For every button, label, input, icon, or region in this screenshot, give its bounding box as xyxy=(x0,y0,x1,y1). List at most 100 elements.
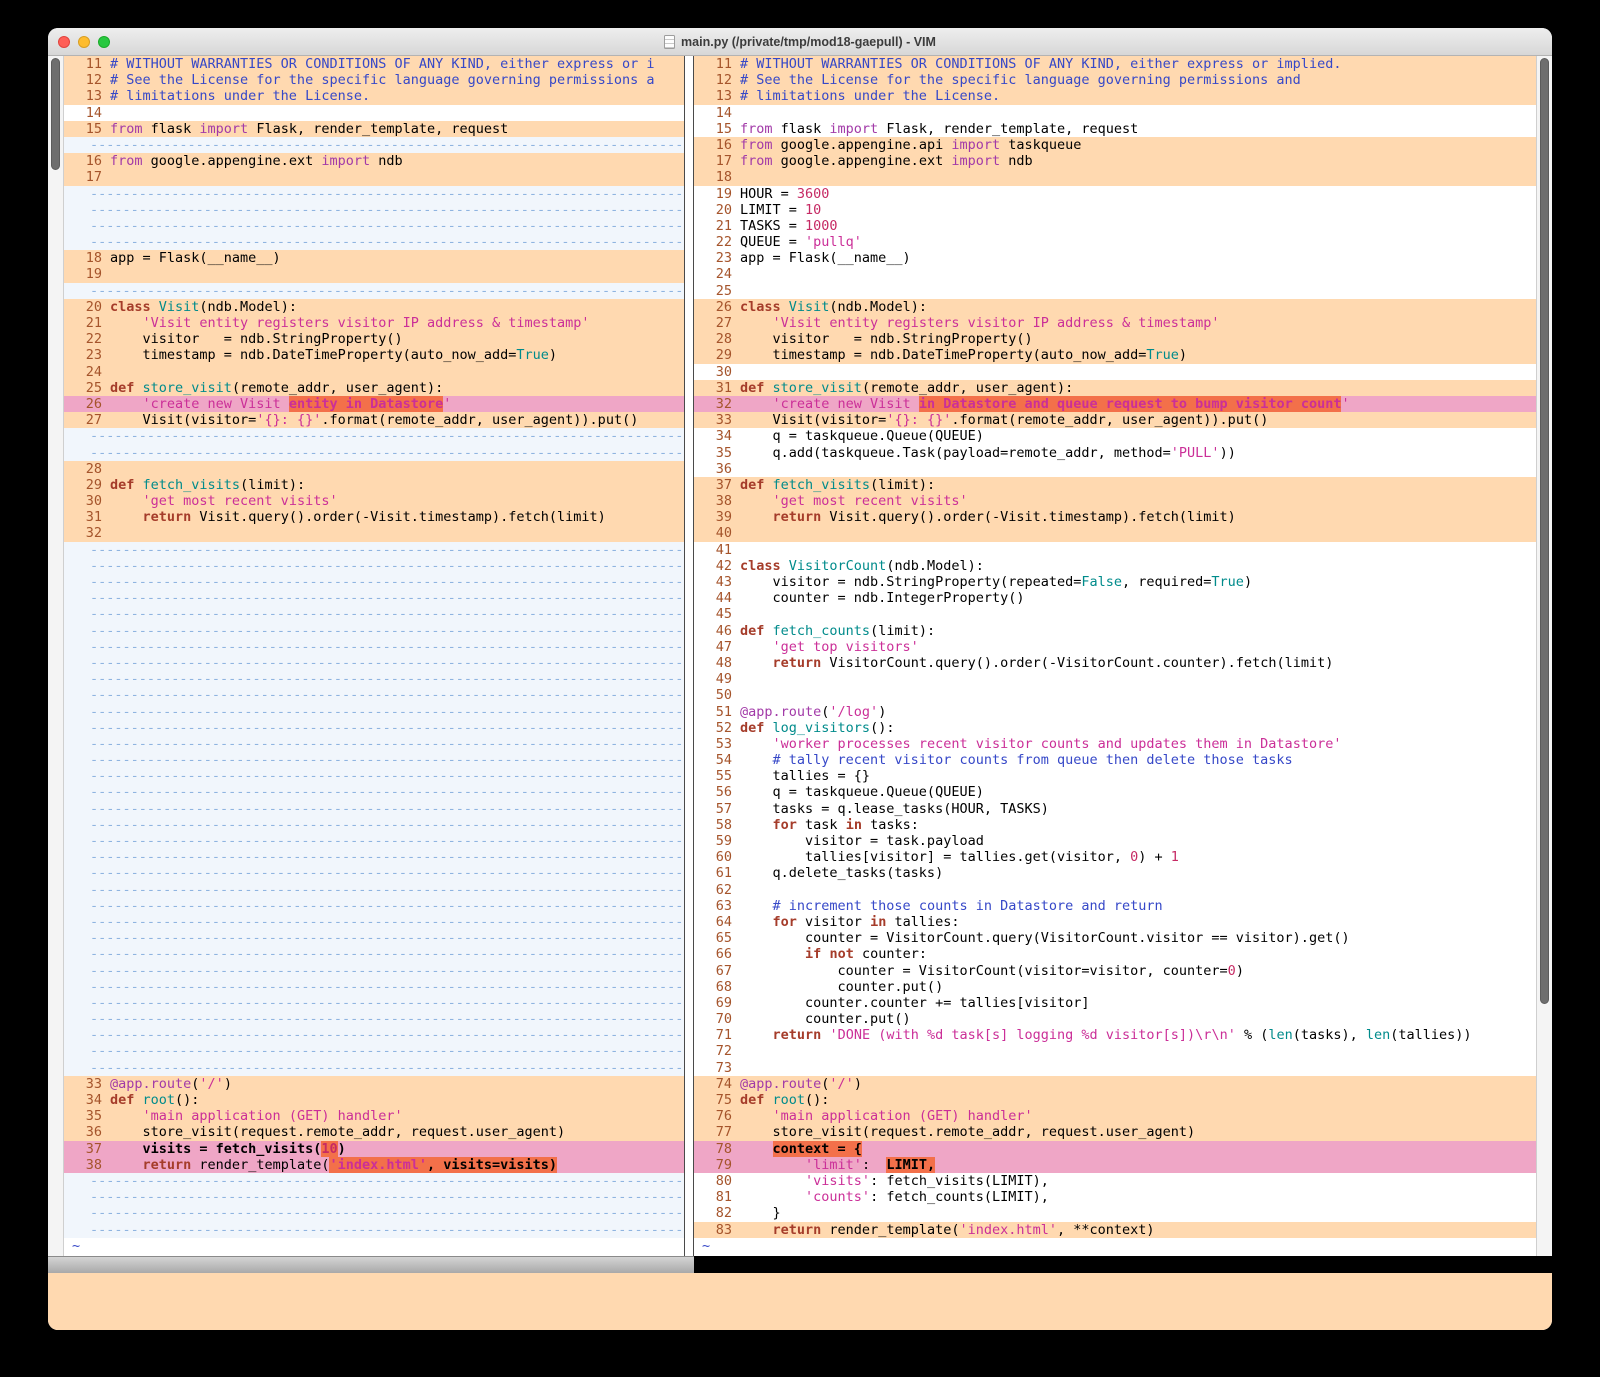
code-line: 18app = Flask(__name__) xyxy=(64,250,684,266)
filler-dashes: ----------------------------------------… xyxy=(90,590,684,606)
code-token: ndb xyxy=(1000,153,1033,169)
tilde-marker: ~ xyxy=(702,1238,710,1254)
code-line: 16from google.appengine.ext import ndb xyxy=(64,153,684,169)
code-token: render_template( xyxy=(821,1222,959,1238)
line-number: 31 xyxy=(72,509,102,525)
code-token: visitor xyxy=(797,914,870,930)
code-token: , required= xyxy=(1122,574,1211,590)
code-line: 62 xyxy=(694,882,1536,898)
code-token: (ndb.Model): xyxy=(886,558,984,574)
code-token: True xyxy=(516,347,549,363)
line-number: 20 xyxy=(72,299,102,315)
code-token: 'counts' xyxy=(805,1189,870,1205)
line-number: 21 xyxy=(702,218,732,234)
title-bar[interactable]: main.py (/private/tmp/mod18-gaepull) - V… xyxy=(48,28,1552,56)
code-token: def xyxy=(110,1092,134,1108)
filler-dashes: ----------------------------------------… xyxy=(90,1027,684,1043)
code-line: 68 counter.put() xyxy=(694,979,1536,995)
line-number: 29 xyxy=(72,477,102,493)
code-line: 28 visitor = ndb.StringProperty() xyxy=(694,331,1536,347)
filler-dashes: ----------------------------------------… xyxy=(90,542,684,558)
code-token: 'index.html' xyxy=(959,1222,1057,1238)
code-token xyxy=(740,639,773,655)
code-token: 'visits' xyxy=(805,1173,870,1189)
code-line: 32 xyxy=(64,525,684,541)
code-line: 48 return VisitorCount.query().order(-Vi… xyxy=(694,655,1536,671)
code-token: class xyxy=(110,299,151,315)
command-line[interactable] xyxy=(48,1273,1552,1330)
code-line: 30 'get most recent visits' xyxy=(64,493,684,509)
filler-dashes: ----------------------------------------… xyxy=(90,930,684,946)
code-token: return xyxy=(143,1157,192,1173)
code-line: 37 visits = fetch_visits(10) xyxy=(64,1141,684,1157)
nontext-tilde-line: ~ xyxy=(694,1238,1536,1254)
code-line: 18 xyxy=(694,169,1536,185)
code-line: 74@app.route('/') xyxy=(694,1076,1536,1092)
code-line: 54 # tally recent visitor counts from qu… xyxy=(694,752,1536,768)
statusline-left: mod1-flask/main.py [+] xyxy=(48,1256,694,1273)
code-token xyxy=(740,1173,805,1189)
line-number: 14 xyxy=(72,105,102,121)
filler-dashes: ----------------------------------------… xyxy=(90,1222,684,1238)
line-number: 42 xyxy=(702,558,732,574)
code-line: 32 'create new Visit in Datastore and qu… xyxy=(694,396,1536,412)
line-number: 23 xyxy=(702,250,732,266)
code-line: 21TASKS = 1000 xyxy=(694,218,1536,234)
code-line: 15from flask import Flask, render_templa… xyxy=(694,121,1536,137)
code-token: '/log' xyxy=(829,704,878,720)
line-number: 25 xyxy=(72,380,102,396)
left-scrollbar-thumb[interactable] xyxy=(51,58,60,170)
line-number: 32 xyxy=(702,396,732,412)
line-number: 43 xyxy=(702,574,732,590)
code-token: # limitations under the License. xyxy=(740,88,1000,104)
code-token: task xyxy=(797,817,846,833)
line-number: 82 xyxy=(702,1205,732,1221)
line-number: 40 xyxy=(702,525,732,541)
right-scrollbar-thumb[interactable] xyxy=(1540,58,1549,1004)
split-divider[interactable] xyxy=(684,56,694,1256)
line-number: 36 xyxy=(72,1124,102,1140)
filler-dashes: ----------------------------------------… xyxy=(90,623,684,639)
code-token xyxy=(764,623,772,639)
code-token: store_visit xyxy=(773,380,862,396)
line-number: 66 xyxy=(702,946,732,962)
filler-dashes: ----------------------------------------… xyxy=(90,882,684,898)
code-token: from xyxy=(110,153,143,169)
diff-filler-line: ----------------------------------------… xyxy=(64,865,684,881)
line-number: 35 xyxy=(702,445,732,461)
diff-pane-left[interactable]: 11# WITHOUT WARRANTIES OR CONDITIONS OF … xyxy=(64,56,684,1256)
code-token: 'index.html' xyxy=(329,1157,427,1173)
filler-dashes: ----------------------------------------… xyxy=(90,606,684,622)
diff-filler-line: ----------------------------------------… xyxy=(64,542,684,558)
code-line: 47 'get top visitors' xyxy=(694,639,1536,655)
code-line: 27 'Visit entity registers visitor IP ad… xyxy=(694,315,1536,331)
filler-dashes: ----------------------------------------… xyxy=(90,898,684,914)
diff-pane-right[interactable]: 11# WITHOUT WARRANTIES OR CONDITIONS OF … xyxy=(694,56,1536,1256)
minimize-button[interactable] xyxy=(78,36,90,48)
line-number: 72 xyxy=(702,1043,732,1059)
line-number: 50 xyxy=(702,687,732,703)
line-number: 29 xyxy=(702,347,732,363)
line-number: 74 xyxy=(702,1076,732,1092)
code-token: # WITHOUT WARRANTIES OR CONDITIONS OF AN… xyxy=(740,56,1341,72)
code-token: timestamp = ndb.DateTimeProperty(auto_no… xyxy=(740,347,1146,363)
close-button[interactable] xyxy=(58,36,70,48)
code-token: flask xyxy=(773,121,830,137)
left-scrollbar[interactable] xyxy=(48,56,64,1256)
code-line: 12# See the License for the specific lan… xyxy=(694,72,1536,88)
code-token: tallies: xyxy=(886,914,959,930)
diff-filler-line: ----------------------------------------… xyxy=(64,202,684,218)
code-line: 22 visitor = ndb.StringProperty() xyxy=(64,331,684,347)
code-token: store_visit xyxy=(143,380,232,396)
line-number: 23 xyxy=(72,347,102,363)
filler-dashes: ----------------------------------------… xyxy=(90,202,684,218)
code-token: visitor = task.payload xyxy=(740,833,984,849)
diff-filler-line: ----------------------------------------… xyxy=(64,995,684,1011)
zoom-button[interactable] xyxy=(98,36,110,48)
code-token xyxy=(764,720,772,736)
code-token: return xyxy=(773,655,822,671)
code-token: fetch_visits xyxy=(143,477,241,493)
code-token: counter: xyxy=(854,946,927,962)
right-scrollbar[interactable] xyxy=(1536,56,1552,1256)
diff-filler-line: ----------------------------------------… xyxy=(64,687,684,703)
